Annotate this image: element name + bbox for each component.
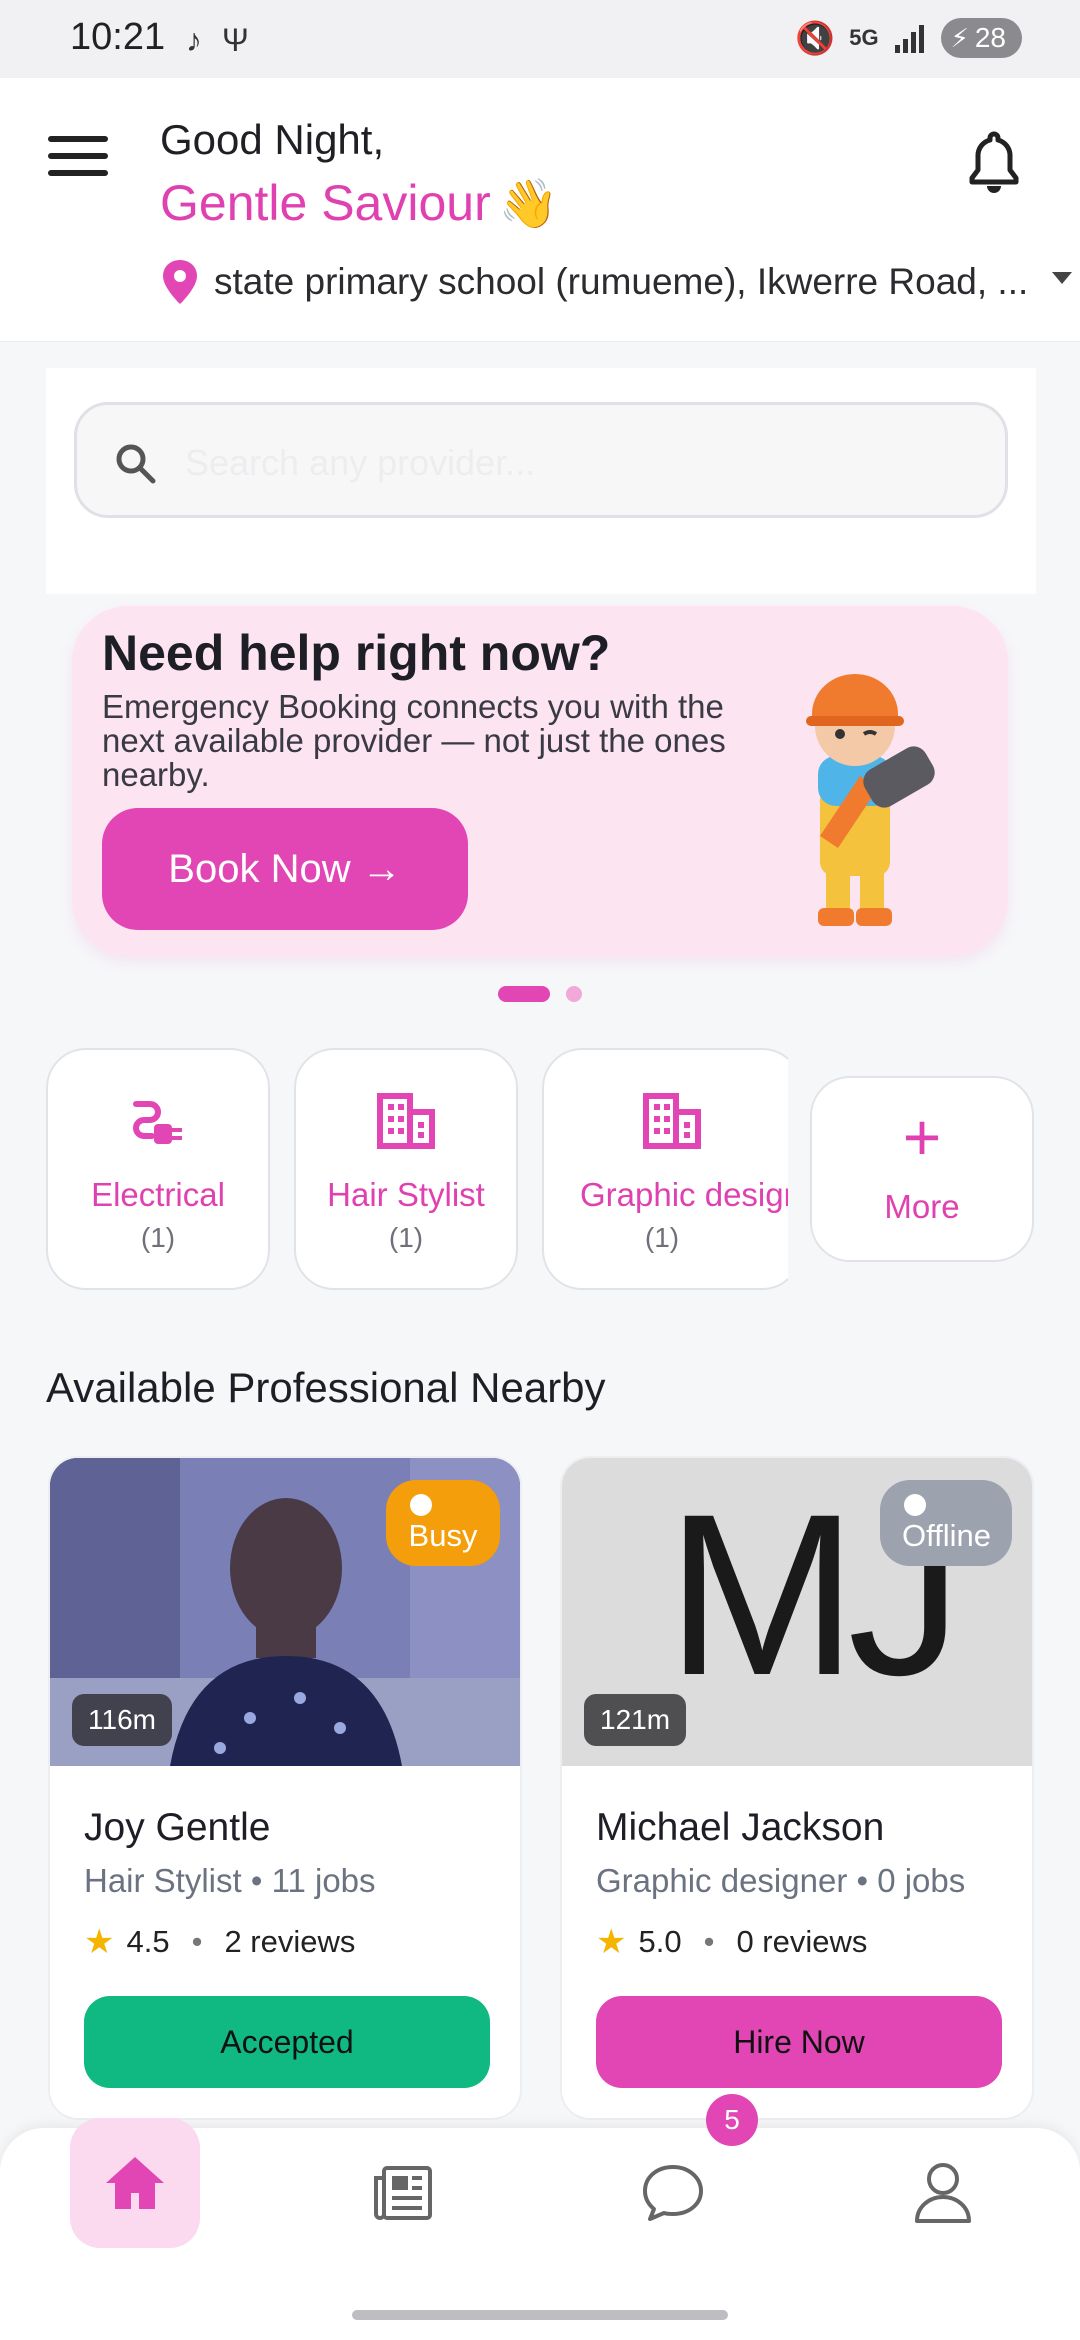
nav-news[interactable] [338,2128,468,2258]
location-selector[interactable]: state primary school (rumueme), Ikwerre … [160,258,1080,306]
carousel-dot[interactable] [566,986,582,1002]
worker-illustration [806,674,935,926]
search-panel [46,368,1036,594]
more-categories-button[interactable]: + More [810,1076,1034,1262]
book-now-button[interactable]: Book Now → [102,808,468,930]
professional-name: Joy Gentle [84,1806,271,1849]
distance-badge: 121m [584,1694,687,1746]
professional-name: Michael Jackson [596,1806,885,1849]
chat-icon [643,2165,703,2221]
category-list: Electrical (1) Hair Stylist (1) Graphic … [46,1048,788,1292]
5g-icon: 5G [849,25,879,50]
carousel-indicator[interactable] [498,986,582,1002]
status-dot [904,1494,926,1516]
category-count: (1) [140,1222,176,1253]
status-time: 10:21 [70,16,166,58]
greeting: Good Night, [160,116,385,163]
carousel-dot-active[interactable] [498,986,550,1002]
professional-card[interactable]: Busy 116m Joy Gentle Hair Stylist • 11 j… [48,1456,522,2120]
news-icon [374,2166,432,2220]
status-badge: Offline [880,1480,1012,1566]
charging-icon: ⚡ [950,22,969,53]
bottom-navigation: 5 [0,2094,1080,2340]
search-input[interactable] [185,435,965,491]
location-text: state primary school (rumueme), Ikwerre … [214,261,1029,302]
promo-text: Emergency Booking connects you with the … [102,688,726,793]
search-box[interactable] [74,402,1008,518]
user-name: Gentle Saviour 👋 [160,175,559,231]
category-card-hair-stylist[interactable]: Hair Stylist (1) [294,1048,518,1290]
signal-icon [894,25,924,53]
nav-profile[interactable] [878,2128,1008,2258]
distance-badge: 116m [72,1694,172,1746]
usb-icon: Ψ [222,22,249,58]
rating-row: ★ 5.0 • 0 reviews [596,1923,868,1961]
category-count: (1) [644,1222,680,1253]
professional-photo: MJ Offline 121m [562,1458,1032,1766]
category-card-electrical[interactable]: Electrical (1) [46,1048,270,1290]
professional-meta: Hair Stylist • 11 jobs [84,1862,376,1899]
search-icon [116,444,156,484]
bell-icon[interactable] [966,130,1022,196]
building-icon [643,1093,701,1149]
menu-icon[interactable] [48,136,108,176]
location-pin-icon [163,260,197,304]
professional-photo: Busy 116m [50,1458,520,1766]
star-icon: ★ [596,1923,627,1961]
category-name: Hair Stylist [327,1176,485,1213]
more-label: More [884,1188,960,1225]
wave-emoji: 👋 [498,178,559,231]
promo-title: Need help right now? [102,625,611,681]
status-dot [410,1494,432,1516]
category-name: Graphic designer [580,1176,788,1213]
building-icon [377,1093,435,1149]
chevron-down-icon[interactable] [1052,272,1072,284]
chat-badge: 5 [706,2094,758,2146]
nav-chat[interactable] [608,2128,738,2258]
mute-icon: 🔇 [795,20,836,56]
plus-icon: + [902,1100,942,1174]
nav-home[interactable] [70,2118,200,2248]
star-icon: ★ [84,1923,115,1961]
professional-meta: Graphic designer • 0 jobs [596,1862,966,1899]
category-name: Electrical [91,1176,225,1213]
status-badge: Busy [386,1480,500,1566]
rating-row: ★ 4.5 • 2 reviews [84,1923,356,1961]
section-title: Available Professional Nearby [46,1364,606,1411]
home-icon [106,2157,164,2209]
battery-indicator: ⚡ 28 [940,18,1022,58]
accepted-button[interactable]: Accepted [84,1996,490,2088]
professional-card[interactable]: MJ Offline 121m Michael Jackson Graphic … [560,1456,1034,2120]
category-card-graphic-designer[interactable]: Graphic designer (1) [542,1048,788,1290]
category-count: (1) [388,1222,424,1253]
plug-icon [133,1101,182,1144]
status-bar: 10:21 ♪ Ψ 🔇 5G ⚡ 28 [0,0,1080,78]
app-header: Good Night, Gentle Saviour 👋 state primar… [0,78,1080,342]
home-indicator[interactable] [352,2310,728,2320]
promo-banner[interactable]: Need help right now? Emergency Booking c… [72,606,1008,956]
tiktok-icon: ♪ [186,22,202,58]
hire-now-button[interactable]: Hire Now [596,1996,1002,2088]
profile-icon [915,2163,971,2223]
